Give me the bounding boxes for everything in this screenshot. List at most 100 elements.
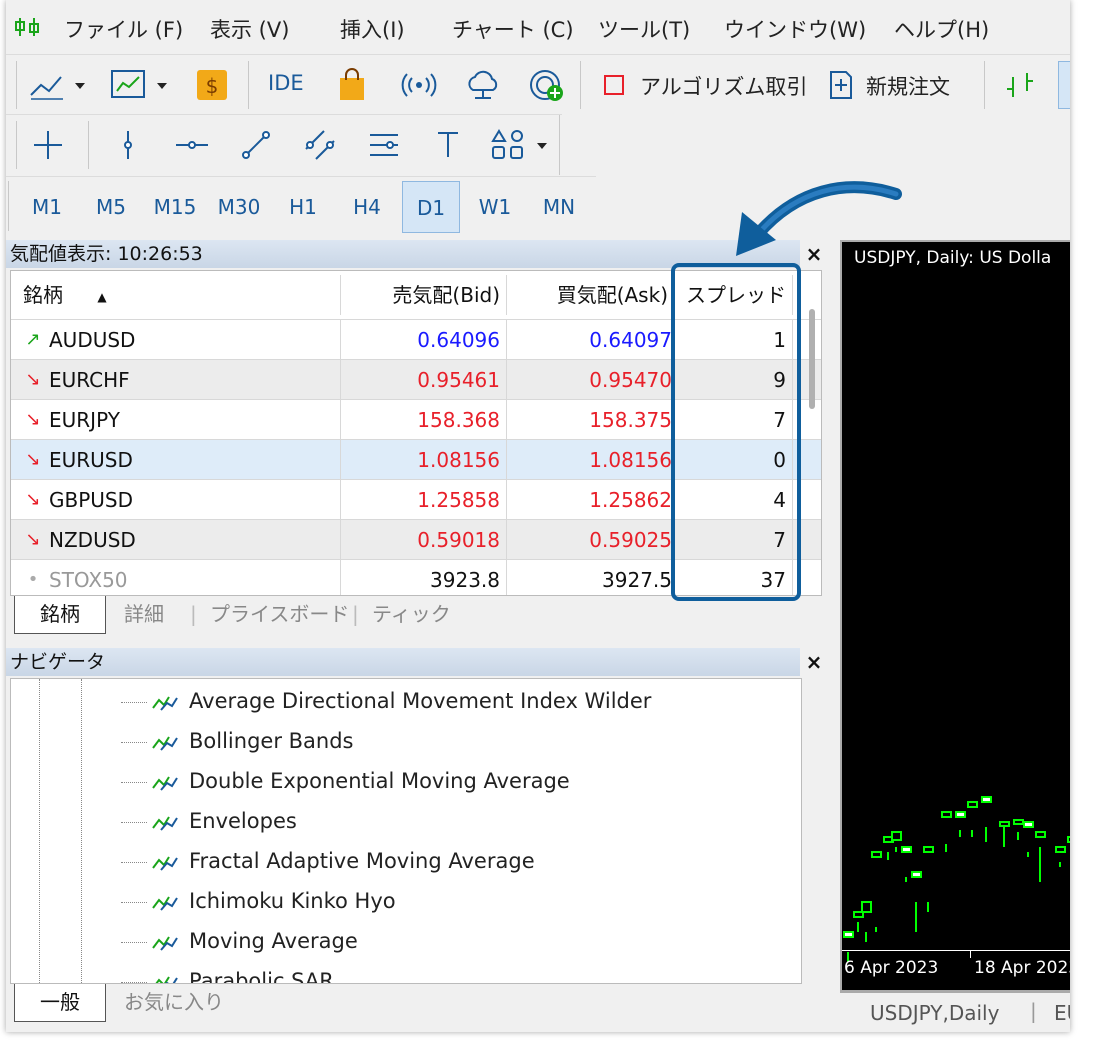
column-symbol[interactable]: 銘柄 ▲ <box>11 275 341 315</box>
main-toolbar: $ IDE アルゴリズム取引 新規注文 <box>6 54 1070 115</box>
tree-connector <box>121 781 147 783</box>
fibonacci-button[interactable] <box>362 125 406 165</box>
spread-cell: 4 <box>673 480 793 520</box>
tab-ticks[interactable]: ティック <box>372 596 451 634</box>
text-tool-button[interactable] <box>426 125 470 165</box>
market-button[interactable]: $ <box>192 65 232 105</box>
tab-favorites[interactable]: お気に入り <box>124 984 224 1022</box>
bid-cell: 0.59018 <box>341 520 507 560</box>
x-axis-label: 6 Apr 2023 <box>844 958 939 978</box>
table-row[interactable]: ↘ NZDUSD 0.59018 0.59025 7 <box>11 519 821 560</box>
chart-type-button[interactable] <box>24 65 94 105</box>
ask-cell: 3927.5 <box>507 560 673 595</box>
menu-chart[interactable]: チャート (C) <box>452 14 574 44</box>
bid-cell: 158.368 <box>341 400 507 440</box>
vps-button[interactable] <box>460 65 506 105</box>
list-item[interactable]: Average Directional Movement Index Wilde… <box>121 681 651 721</box>
table-row[interactable]: ↘ EURJPY 158.368 158.375 7 <box>11 399 821 440</box>
table-row[interactable]: ↘ EURCHF 0.95461 0.95470 9 <box>11 359 821 400</box>
tab-details[interactable]: 詳細 <box>124 596 164 634</box>
candle-body <box>923 846 934 853</box>
menu-help[interactable]: ヘルプ(H) <box>894 14 989 44</box>
indicator-icon <box>152 936 178 951</box>
menu-bar: ファイル (F) 表示 (V) 挿入(I) チャート (C) ツール(T) ウイ… <box>6 0 1070 54</box>
candle-body <box>967 801 978 808</box>
column-spread[interactable]: スプレッド <box>673 275 793 315</box>
tab-general[interactable]: 一般 <box>14 984 106 1022</box>
list-item[interactable]: Double Exponential Moving Average <box>121 761 570 801</box>
services-button[interactable] <box>524 65 570 105</box>
chart-template-icon <box>111 70 167 98</box>
chart-window[interactable]: USDJPY, Daily: US Dolla 6 Apr 2023 18 Ap… <box>840 240 1070 992</box>
timeframe-d1[interactable]: D1 <box>402 181 460 233</box>
list-item[interactable]: Fractal Adaptive Moving Average <box>121 841 535 881</box>
list-item[interactable]: Parabolic SAR <box>121 961 334 983</box>
horizontal-line-button[interactable] <box>170 125 214 165</box>
navigator-tabs: 一般 お気に入り <box>10 984 822 1024</box>
timeframe-h1[interactable]: H1 <box>278 181 328 233</box>
new-order-button[interactable]: 新規注文 <box>866 71 950 101</box>
timeframe-h4[interactable]: H4 <box>342 181 392 233</box>
tab-separator: | <box>190 602 197 626</box>
timeframe-m15[interactable]: M15 <box>146 181 204 233</box>
chart-tab-next[interactable]: EU <box>1054 1001 1070 1025</box>
candle-body <box>861 901 872 913</box>
list-item[interactable]: Bollinger Bands <box>121 721 353 761</box>
timeframe-m30[interactable]: M30 <box>210 181 268 233</box>
menu-view[interactable]: 表示 (V) <box>210 14 289 44</box>
tab-separator: | <box>352 602 359 626</box>
candle-body <box>1035 831 1046 838</box>
table-row[interactable]: ↗ AUDUSD 0.64096 0.64097 1 <box>11 319 821 360</box>
table-row[interactable]: • STOX50 3923.8 3927.5 37 <box>11 559 821 595</box>
table-row[interactable]: ↘ GBPUSD 1.25858 1.25862 4 <box>11 479 821 520</box>
ide-button[interactable]: IDE <box>268 71 304 95</box>
indicator-label: Envelopes <box>189 809 297 833</box>
signals-button[interactable] <box>396 65 442 105</box>
table-header: 銘柄 ▲ 売気配(Bid) 買気配(Ask) スプレッド <box>11 275 821 315</box>
shop-button[interactable] <box>332 65 372 105</box>
shapes-button[interactable] <box>486 125 556 165</box>
templates-button[interactable] <box>106 65 176 105</box>
tree-connector <box>121 941 147 943</box>
indicator-icon <box>152 696 178 711</box>
table-row[interactable]: ↘ EURUSD 1.08156 1.08156 0 <box>11 439 821 480</box>
candle-body <box>911 871 922 878</box>
tab-symbols[interactable]: 銘柄 <box>14 596 106 634</box>
trendline-button[interactable] <box>234 125 278 165</box>
timeframe-mn[interactable]: MN <box>534 181 584 233</box>
timeframe-w1[interactable]: W1 <box>470 181 520 233</box>
cloud-icon <box>468 70 498 99</box>
indicator-icon <box>152 896 178 911</box>
candle-body <box>955 811 966 818</box>
tree-connector <box>121 821 147 823</box>
indicator-label: Fractal Adaptive Moving Average <box>189 849 535 873</box>
column-bid[interactable]: 売気配(Bid) <box>341 275 507 315</box>
navigator-title: ナビゲータ <box>6 648 800 676</box>
list-item[interactable]: Ichimoku Kinko Hyo <box>121 881 396 921</box>
market-watch-table: 銘柄 ▲ 売気配(Bid) 買気配(Ask) スプレッド ↗ AUDUSD 0.64… <box>10 270 822 596</box>
tab-price-board[interactable]: プライスボード <box>210 596 349 634</box>
depth-of-market-button[interactable] <box>1000 65 1040 105</box>
market-watch-tabs: 銘柄 詳細 | プライスボード | ティック <box>10 596 822 636</box>
chart-tab-usdjpy[interactable]: USDJPY,Daily <box>870 1001 999 1025</box>
algo-trading-button[interactable]: アルゴリズム取引 <box>640 71 807 101</box>
menu-tools[interactable]: ツール(T) <box>598 14 690 44</box>
vertical-line-button[interactable] <box>106 125 150 165</box>
channel-button[interactable] <box>298 125 342 165</box>
indicator-label: Average Directional Movement Index Wilde… <box>189 689 652 713</box>
menu-insert[interactable]: 挿入(I) <box>340 14 405 44</box>
crosshair-button[interactable] <box>26 125 70 165</box>
column-ask[interactable]: 買気配(Ask) <box>507 275 673 315</box>
timeframe-m1[interactable]: M1 <box>22 181 72 233</box>
list-item[interactable]: Envelopes <box>121 801 297 841</box>
bid-cell: 3923.8 <box>341 560 507 595</box>
timeframe-m5[interactable]: M5 <box>86 181 136 233</box>
symbol-cell: EURUSD <box>11 440 341 480</box>
overflow-button[interactable] <box>1058 61 1070 109</box>
navigator-close-button[interactable]: × <box>800 648 828 676</box>
broadcast-icon <box>401 73 437 97</box>
menu-file[interactable]: ファイル (F) <box>64 14 183 44</box>
menu-window[interactable]: ウインドウ(W) <box>724 14 866 44</box>
list-item[interactable]: Moving Average <box>121 921 358 961</box>
market-watch-scrollbar[interactable] <box>809 309 815 409</box>
